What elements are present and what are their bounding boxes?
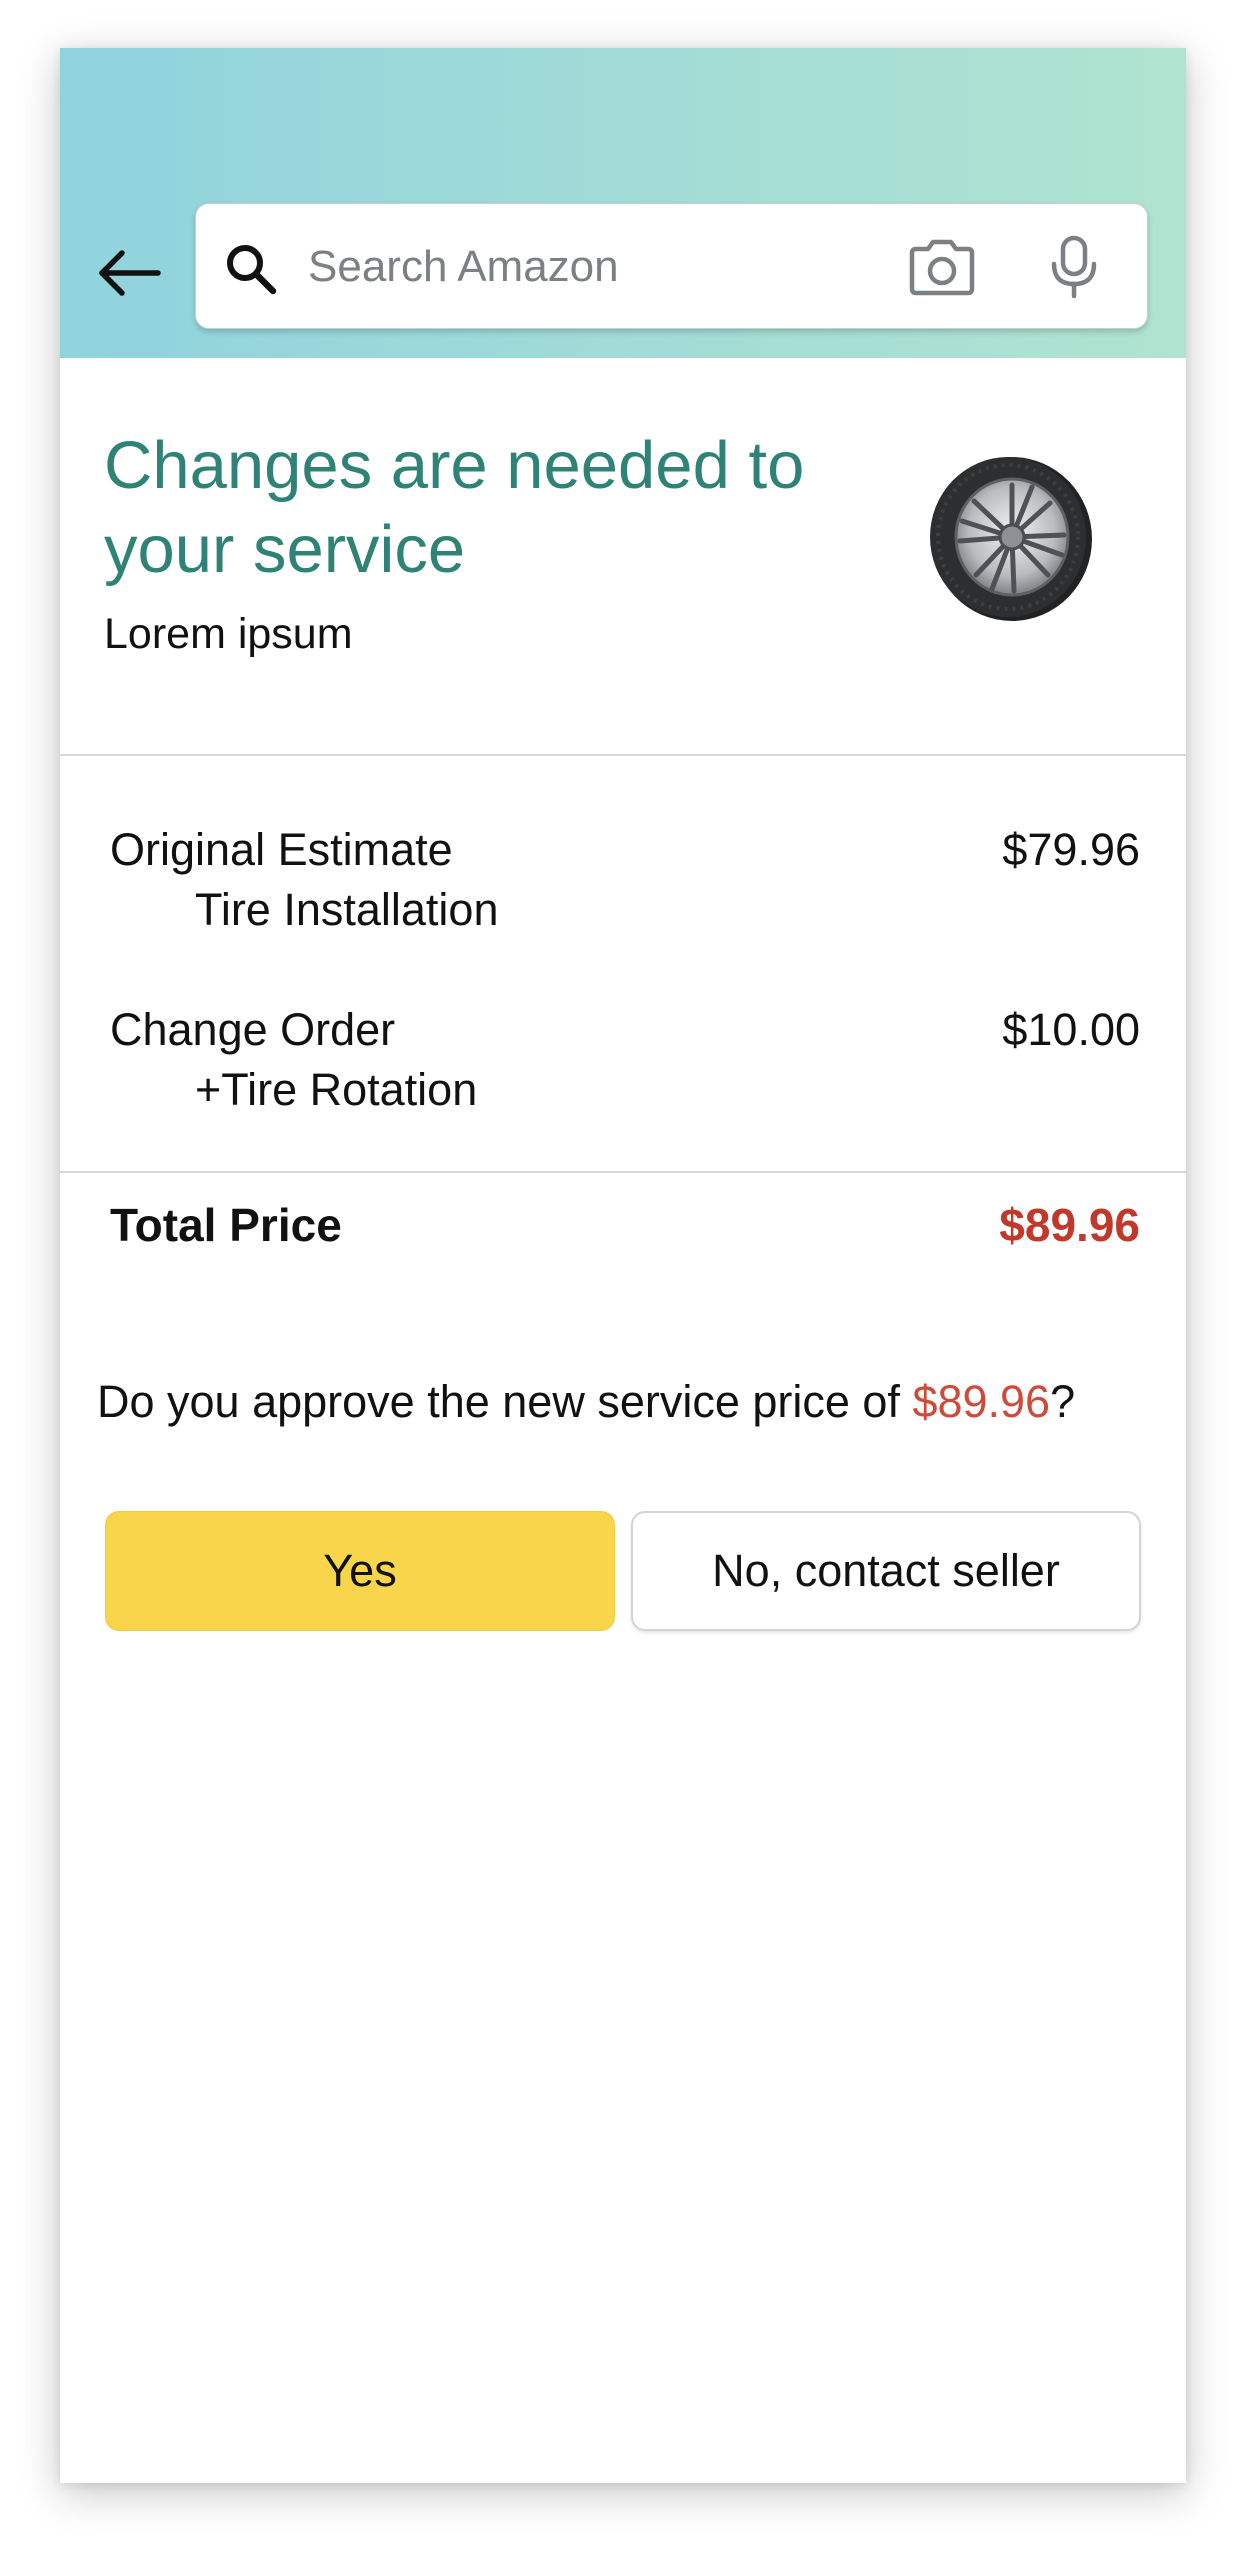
search-bar[interactable] xyxy=(195,203,1148,329)
microphone-icon[interactable] xyxy=(1046,234,1102,300)
line-items-section: Original Estimate Tire Installation $79.… xyxy=(60,756,1186,1173)
line-item-detail: +Tire Rotation xyxy=(195,1064,478,1115)
back-button[interactable] xyxy=(90,233,170,313)
line-item-label: Original Estimate xyxy=(110,824,453,875)
approval-question: Do you approve the new service price of … xyxy=(97,1376,1157,1428)
total-row: Total Price $89.96 xyxy=(110,1188,1140,1258)
line-item-detail: Tire Installation xyxy=(195,884,499,935)
search-input[interactable] xyxy=(308,224,888,310)
total-label: Total Price xyxy=(110,1199,342,1251)
camera-icon[interactable] xyxy=(906,237,978,297)
search-icon xyxy=(227,245,277,295)
line-item-price: $10.00 xyxy=(1002,1004,1140,1055)
screen: Changes are needed to your service Lorem… xyxy=(0,0,1245,2556)
approval-question-mark: ? xyxy=(1050,1376,1076,1427)
back-arrow-icon xyxy=(99,250,161,296)
yes-button[interactable]: Yes xyxy=(105,1511,615,1631)
notice-subtitle: Lorem ipsum xyxy=(104,610,353,658)
tire-image xyxy=(930,457,1092,621)
header-bar xyxy=(60,48,1186,358)
line-item-price: $79.96 xyxy=(1002,824,1140,875)
contact-seller-button[interactable]: No, contact seller xyxy=(631,1511,1141,1631)
approval-question-text: Do you approve the new service price of xyxy=(97,1376,913,1427)
total-value: $89.96 xyxy=(999,1199,1140,1251)
notice-section: Changes are needed to your service Lorem… xyxy=(60,358,1186,756)
line-item-label: Change Order xyxy=(110,1004,396,1055)
page-title: Changes are needed to your service xyxy=(104,428,805,587)
approval-question-price: $89.96 xyxy=(912,1376,1051,1427)
app-frame: Changes are needed to your service Lorem… xyxy=(60,48,1186,2483)
